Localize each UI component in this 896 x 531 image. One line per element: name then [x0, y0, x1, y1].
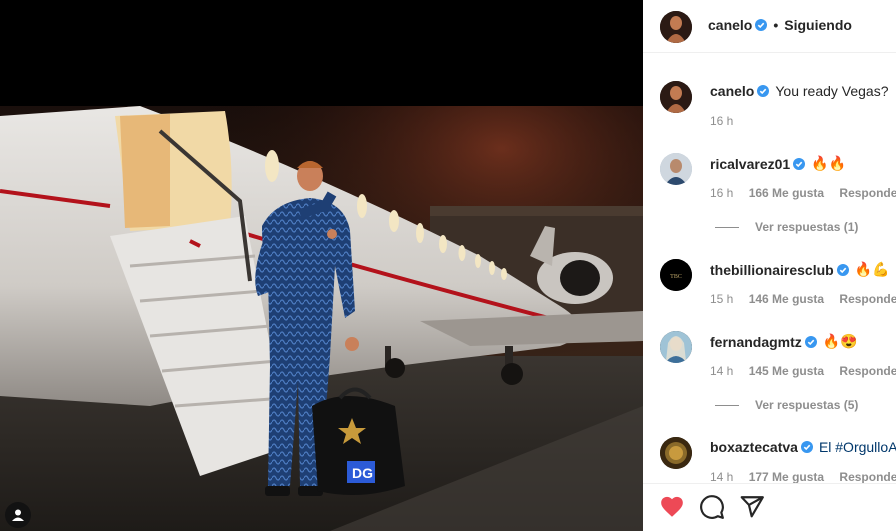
comment-username[interactable]: fernandagmtz [710, 334, 802, 350]
verified-badge-icon [800, 441, 813, 453]
caption-time[interactable]: 16 h [710, 114, 733, 128]
view-replies-label: Ver respuestas (5) [755, 398, 859, 412]
svg-text:DG: DG [352, 465, 373, 481]
comment-username[interactable]: thebillionairesclub [710, 262, 834, 278]
caption-row: canelo You ready Vegas? 16 h [643, 78, 896, 138]
view-replies-button[interactable]: Ver respuestas (5) [715, 398, 858, 412]
comment-reply-button[interactable]: Responder [839, 470, 896, 484]
tagged-users-button[interactable] [5, 502, 31, 528]
follow-status-button[interactable]: Siguiendo [784, 17, 852, 33]
comment-text: 🔥🔥 [811, 155, 847, 171]
replies-divider [715, 226, 739, 228]
backpack: DG [312, 387, 405, 495]
verified-badge-icon [793, 157, 806, 170]
post-photo[interactable]: DG [0, 106, 643, 531]
avatar[interactable] [660, 331, 692, 363]
comment-item: fernandagmtz 🔥😍 14 h 145 Me gusta Respon… [643, 328, 896, 378]
comment-username[interactable]: boxaztecatva [710, 439, 798, 455]
verified-badge-icon [757, 85, 770, 97]
comment-text: El #OrgulloA [818, 439, 896, 455]
comment-time[interactable]: 16 h [710, 186, 733, 200]
post-details-panel: canelo • Siguiendo canelo You ready Vega… [643, 0, 896, 531]
avatar[interactable] [660, 437, 692, 469]
comment-likes[interactable]: 166 Me gusta [749, 186, 824, 200]
verified-badge-icon [755, 19, 768, 31]
comment-item: TBC thebillionairesclub 🔥💪 15 h 146 Me g… [643, 256, 896, 306]
comment-item: boxaztecatva El #OrgulloA 14 h 177 Me gu… [643, 434, 896, 484]
comment-reply-button[interactable]: Responder [839, 292, 896, 306]
post-author-username[interactable]: canelo [708, 17, 752, 33]
replies-divider [715, 404, 739, 406]
comment-item: ricalvarez01 🔥🔥 16 h 166 Me gusta Respon… [643, 150, 896, 200]
share-send-icon[interactable] [739, 494, 765, 520]
comment-reply-button[interactable]: Responder [839, 364, 896, 378]
avatar[interactable] [660, 11, 692, 43]
post-header: canelo • Siguiendo [643, 0, 896, 53]
verified-badge-icon [836, 263, 849, 276]
avatar[interactable] [660, 81, 692, 113]
avatar[interactable]: TBC [660, 259, 692, 291]
jet-photo-illustration: DG [0, 106, 643, 531]
separator-dot: • [773, 17, 779, 33]
like-heart-icon[interactable] [659, 494, 685, 520]
avatar[interactable] [660, 153, 692, 185]
comment-time[interactable]: 14 h [710, 364, 733, 378]
comment-reply-button[interactable]: Responder [839, 186, 896, 200]
view-replies-button[interactable]: Ver respuestas (1) [715, 220, 858, 234]
person-icon [12, 509, 24, 521]
comment-time[interactable]: 15 h [710, 292, 733, 306]
post-media: DG [0, 0, 643, 531]
comment-time[interactable]: 14 h [710, 470, 733, 484]
caption-text: You ready Vegas? [775, 83, 889, 99]
caption-username[interactable]: canelo [710, 83, 754, 99]
comment-likes[interactable]: 145 Me gusta [749, 364, 824, 378]
comment-username[interactable]: ricalvarez01 [710, 156, 790, 172]
comment-likes[interactable]: 177 Me gusta [749, 470, 824, 484]
comment-text: 🔥💪 [854, 261, 890, 277]
verified-badge-icon [804, 335, 817, 348]
comment-likes[interactable]: 146 Me gusta [749, 292, 824, 306]
comment-text: 🔥😍 [822, 333, 858, 349]
post-actions-bar [643, 483, 896, 531]
svg-text:TBC: TBC [670, 274, 682, 280]
comment-bubble-icon[interactable] [699, 494, 725, 520]
view-replies-label: Ver respuestas (1) [755, 220, 859, 234]
